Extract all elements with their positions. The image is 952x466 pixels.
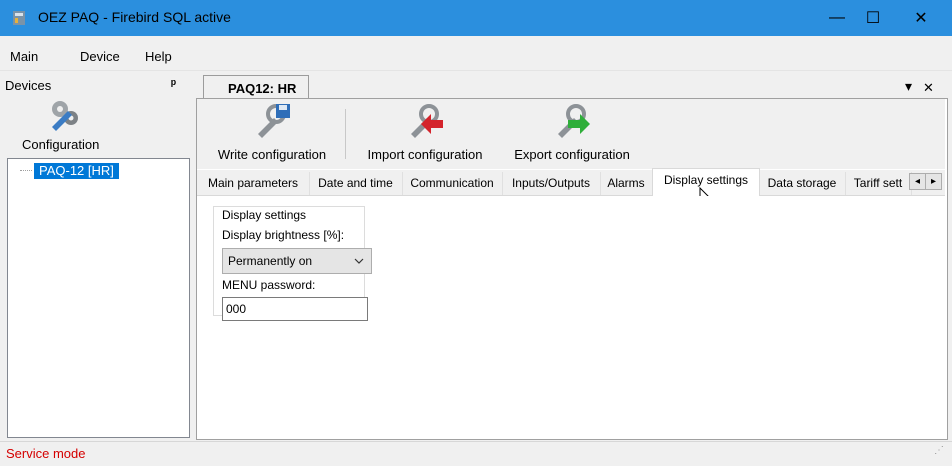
devices-title: Devices xyxy=(5,78,52,93)
export-configuration-icon xyxy=(558,104,590,138)
chevron-right-icon: ▸ xyxy=(930,176,937,187)
maximize-icon: ☐ xyxy=(865,10,881,27)
display-settings-panel: Display settings Display brightness [%]:… xyxy=(197,196,945,437)
app-icon xyxy=(13,11,25,25)
tree-item-paq12[interactable]: PAQ-12 [HR] xyxy=(34,163,119,179)
menu-help[interactable]: Help xyxy=(145,49,172,64)
menu-password-label: MENU password: xyxy=(222,278,316,292)
import-configuration-button[interactable]: Import configuration xyxy=(355,100,495,168)
toolbar-separator xyxy=(345,109,346,159)
maximize-button[interactable]: ☐ xyxy=(850,0,896,36)
close-button[interactable]: ✕ xyxy=(898,0,944,36)
export-configuration-label: Export configuration xyxy=(514,147,630,162)
brightness-select[interactable]: Permanently on xyxy=(222,248,372,274)
close-icon: ✕ xyxy=(914,10,928,27)
tree-connector xyxy=(20,170,32,171)
minimize-icon: — xyxy=(829,9,845,26)
write-configuration-icon xyxy=(258,104,290,138)
document-tab-label: PAQ12: HR xyxy=(228,81,297,96)
menu-main[interactable]: Main xyxy=(10,49,38,64)
write-configuration-label: Write configuration xyxy=(217,147,327,162)
resize-grip-icon[interactable]: ⋰ xyxy=(934,445,944,456)
tab-main-parameters[interactable]: Main parameters xyxy=(197,172,310,195)
pin-icon[interactable]: ᵖ xyxy=(171,76,176,91)
brightness-select-value: Permanently on xyxy=(228,254,313,268)
display-settings-group-title: Display settings xyxy=(222,208,309,222)
settings-tab-strip: Main parameters Date and time Communicat… xyxy=(197,168,945,197)
write-configuration-button[interactable]: Write configuration xyxy=(207,100,337,168)
devices-pane-header: Devices ᵖ xyxy=(5,76,189,96)
tab-date-and-time[interactable]: Date and time xyxy=(309,172,403,195)
status-text: Service mode xyxy=(6,446,86,461)
tab-data-storage[interactable]: Data storage xyxy=(759,172,846,195)
brightness-label: Display brightness [%]: xyxy=(222,228,345,242)
document-tab[interactable]: PAQ12: HR xyxy=(203,75,309,100)
tab-communication[interactable]: Communication xyxy=(402,172,503,195)
device-tree[interactable]: PAQ-12 [HR] xyxy=(7,158,190,438)
menu-password-input[interactable]: 000 xyxy=(222,297,368,321)
import-configuration-icon xyxy=(411,104,443,138)
title-bar: OEZ PAQ - Firebird SQL active — ☐ ✕ xyxy=(0,0,952,36)
tab-close-icon[interactable]: ✕ xyxy=(923,80,934,96)
tab-alarms[interactable]: Alarms xyxy=(600,172,653,195)
configuration-icon xyxy=(52,101,78,131)
menu-bar: Main Device Help xyxy=(0,36,952,71)
tab-inputs-outputs[interactable]: Inputs/Outputs xyxy=(502,172,601,195)
menu-device[interactable]: Device xyxy=(80,49,120,64)
toolbar: Write configuration Import configuration… xyxy=(197,99,945,169)
configuration-button[interactable]: Configuration xyxy=(6,97,188,157)
menu-password-value: 000 xyxy=(226,302,247,316)
import-configuration-label: Import configuration xyxy=(367,147,483,162)
window-title: OEZ PAQ - Firebird SQL active xyxy=(38,9,231,25)
tab-menu-icon[interactable]: ▾ xyxy=(905,78,912,95)
status-bar: Service mode ⋰ xyxy=(0,441,952,466)
chevron-left-icon: ◂ xyxy=(914,176,921,187)
chevron-down-icon xyxy=(354,258,364,264)
tab-scroll-left-button[interactable]: ◂ xyxy=(909,173,926,190)
tab-tariff-settings[interactable]: Tariff sett xyxy=(845,172,912,195)
tab-scroll-right-button[interactable]: ▸ xyxy=(925,173,942,190)
export-configuration-button[interactable]: Export configuration xyxy=(502,100,642,168)
configuration-label: Configuration xyxy=(22,137,100,152)
